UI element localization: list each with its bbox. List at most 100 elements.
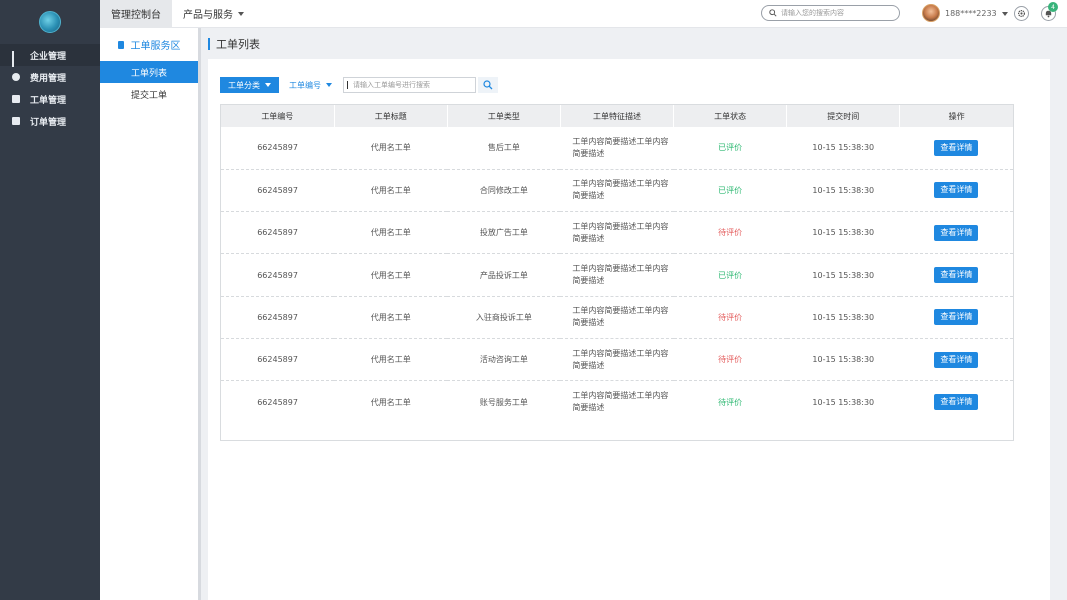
cell-time: 10-15 15:38:30 xyxy=(786,211,900,255)
cell-type: 活动咨询工单 xyxy=(447,338,561,382)
cell-time: 10-15 15:38:30 xyxy=(786,338,900,382)
view-details-button[interactable]: 查看详情 xyxy=(934,309,979,326)
top-bar: 管理控制台 产品与服务 188****2233 4 xyxy=(100,0,1067,28)
view-details-button[interactable]: 查看详情 xyxy=(934,224,979,241)
cell-desc: 工单内容简要描述工单内容简要描述 xyxy=(560,169,674,213)
table-row: 66245897 代用名工单 活动咨询工单 工单内容简要描述工单内容简要描述 待评价 10… xyxy=(221,338,1013,382)
sidebar-item-fees[interactable]: 费用管理 xyxy=(0,66,100,88)
main-sidebar: 企业管理 费用管理 工单管理 订单管理 xyxy=(0,0,100,600)
cell-type: 投放广告工单 xyxy=(447,211,561,255)
column-header: 工单状态 xyxy=(673,105,788,127)
tab-products-services[interactable]: 产品与服务 xyxy=(172,0,255,28)
subnav-title: 工单服务区 xyxy=(100,28,198,61)
content-card: 工单分类 工单编号 工单编号 工单标题 工单类型 工单特征描述 工单状态 xyxy=(208,59,1050,600)
cell-action: 查看详情 xyxy=(899,169,1013,213)
cell-status: 已评价 xyxy=(673,169,787,213)
subnav-item-submit-ticket[interactable]: 提交工单 xyxy=(100,83,198,105)
global-search xyxy=(761,5,900,21)
subnav-item-label: 提交工单 xyxy=(130,90,167,101)
sidebar-item-label: 工单管理 xyxy=(30,95,67,106)
page-title: 工单列表 xyxy=(208,37,260,51)
cell-id: 66245897 xyxy=(221,169,335,213)
cell-desc: 工单内容简要描述工单内容简要描述 xyxy=(572,391,669,413)
column-header: 工单特征描述 xyxy=(560,105,675,127)
cell-desc: 工单内容简要描述工单内容简要描述 xyxy=(560,127,674,170)
category-dropdown[interactable]: 工单分类 xyxy=(220,77,279,93)
subnav-item-label: 工单列表 xyxy=(130,68,167,79)
cell-title: 代用名工单 xyxy=(334,169,448,213)
cell-time: 10-15 15:38:30 xyxy=(786,253,900,297)
search-icon[interactable] xyxy=(769,9,777,17)
sidebar-item-enterprise[interactable]: 企业管理 xyxy=(0,44,100,67)
cell-desc: 工单内容简要描述工单内容简要描述 xyxy=(560,338,674,382)
column-header: 提交时间 xyxy=(786,105,901,127)
tab-label: 产品与服务 xyxy=(183,10,233,21)
yen-icon xyxy=(12,73,20,81)
table-row: 66245897 代用名工单 产品投诉工单 工单内容简要描述工单内容简要描述 已评价 10… xyxy=(221,253,1013,297)
sidebar-item-orders[interactable]: 订单管理 xyxy=(0,110,100,132)
page-title-text: 工单列表 xyxy=(216,38,260,51)
column-header: 工单标题 xyxy=(334,105,448,127)
sidebar-item-tickets[interactable]: 工单管理 xyxy=(0,88,100,110)
view-details-button[interactable]: 查看详情 xyxy=(934,394,979,411)
search-button[interactable] xyxy=(478,77,498,93)
table-row: 66245897 代用名工单 账号服务工单 工单内容简要描述工单内容简要描述 待评价 10… xyxy=(221,381,1013,423)
cell-type: 售后工单 xyxy=(447,127,561,170)
cell-type: 产品投诉工单 xyxy=(447,253,561,297)
cell-status: 已评价 xyxy=(673,127,787,170)
user-name: 188****2233 xyxy=(945,9,997,18)
subnav-title-text: 工单服务区 xyxy=(130,41,181,52)
user-menu[interactable]: 188****2233 xyxy=(945,9,1008,18)
sidebar-item-label: 订单管理 xyxy=(30,117,67,128)
tab-console[interactable]: 管理控制台 xyxy=(100,0,172,28)
settings-button[interactable] xyxy=(1014,6,1029,21)
chevron-down-icon xyxy=(1001,11,1008,16)
number-dropdown[interactable]: 工单编号 xyxy=(281,77,340,93)
subnav-item-ticket-list[interactable]: 工单列表 xyxy=(100,61,198,83)
cell-status: 待评价 xyxy=(673,338,787,382)
view-details-button[interactable]: 查看详情 xyxy=(934,182,979,199)
cell-id: 66245897 xyxy=(221,127,335,170)
tab-label: 管理控制台 xyxy=(111,10,161,21)
cell-time: 10-15 15:38:30 xyxy=(786,296,900,339)
cell-status: 待评价 xyxy=(673,211,787,255)
cell-action: 查看详情 xyxy=(899,338,1013,382)
table-row: 66245897 代用名工单 投放广告工单 工单内容简要描述工单内容简要描述 待评价 10… xyxy=(221,211,1013,255)
cell-status: 待评价 xyxy=(673,296,787,339)
cell-action: 查看详情 xyxy=(899,296,1013,339)
cell-id: 66245897 xyxy=(221,211,335,255)
text-cursor xyxy=(347,81,348,89)
cell-id: 66245897 xyxy=(221,296,335,339)
category-dropdown-label: 工单分类 xyxy=(228,80,260,90)
table-row: 66245897 代用名工单 售后工单 工单内容简要描述工单内容简要描述 已评价 10-1… xyxy=(221,127,1013,170)
cell-action: 查看详情 xyxy=(899,127,1013,170)
ticket-search-input[interactable] xyxy=(353,81,471,89)
view-details-button[interactable]: 查看详情 xyxy=(934,351,979,368)
column-header: 操作 xyxy=(899,105,1013,127)
global-search-input[interactable] xyxy=(781,9,891,17)
column-header: 工单编号 xyxy=(221,105,335,127)
cell-time: 10-15 15:38:30 xyxy=(786,127,900,170)
cell-id: 66245897 xyxy=(257,397,298,407)
cell-title: 代用名工单 xyxy=(334,253,448,297)
logo-icon xyxy=(39,11,61,33)
document-icon xyxy=(117,40,124,49)
cell-title: 代用名工单 xyxy=(334,338,448,382)
sidebar-nav: 企业管理 费用管理 工单管理 订单管理 xyxy=(0,44,100,132)
chart-bars-icon xyxy=(12,51,20,67)
avatar[interactable] xyxy=(922,4,940,22)
cell-desc: 工单内容简要描述工单内容简要描述 xyxy=(560,211,674,255)
secondary-nav: 工单服务区 工单列表 提交工单 xyxy=(100,28,201,600)
table-header-row: 工单编号 工单标题 工单类型 工单特征描述 工单状态 提交时间 操作 xyxy=(221,105,1013,127)
view-details-button[interactable]: 查看详情 xyxy=(934,267,979,284)
cell-desc: 工单内容简要描述工单内容简要描述 xyxy=(560,253,674,297)
cell-desc: 工单内容简要描述工单内容简要描述 xyxy=(560,296,674,339)
chevron-down-icon xyxy=(265,83,271,87)
notification-badge: 4 xyxy=(1048,2,1058,12)
clipboard-icon xyxy=(12,95,20,103)
cell-title: 代用名工单 xyxy=(334,127,448,170)
logo[interactable] xyxy=(0,0,100,44)
view-details-button[interactable]: 查看详情 xyxy=(934,139,979,156)
cell-time: 10-15 15:38:30 xyxy=(786,169,900,213)
cell-action: 查看详情 xyxy=(899,211,1013,255)
